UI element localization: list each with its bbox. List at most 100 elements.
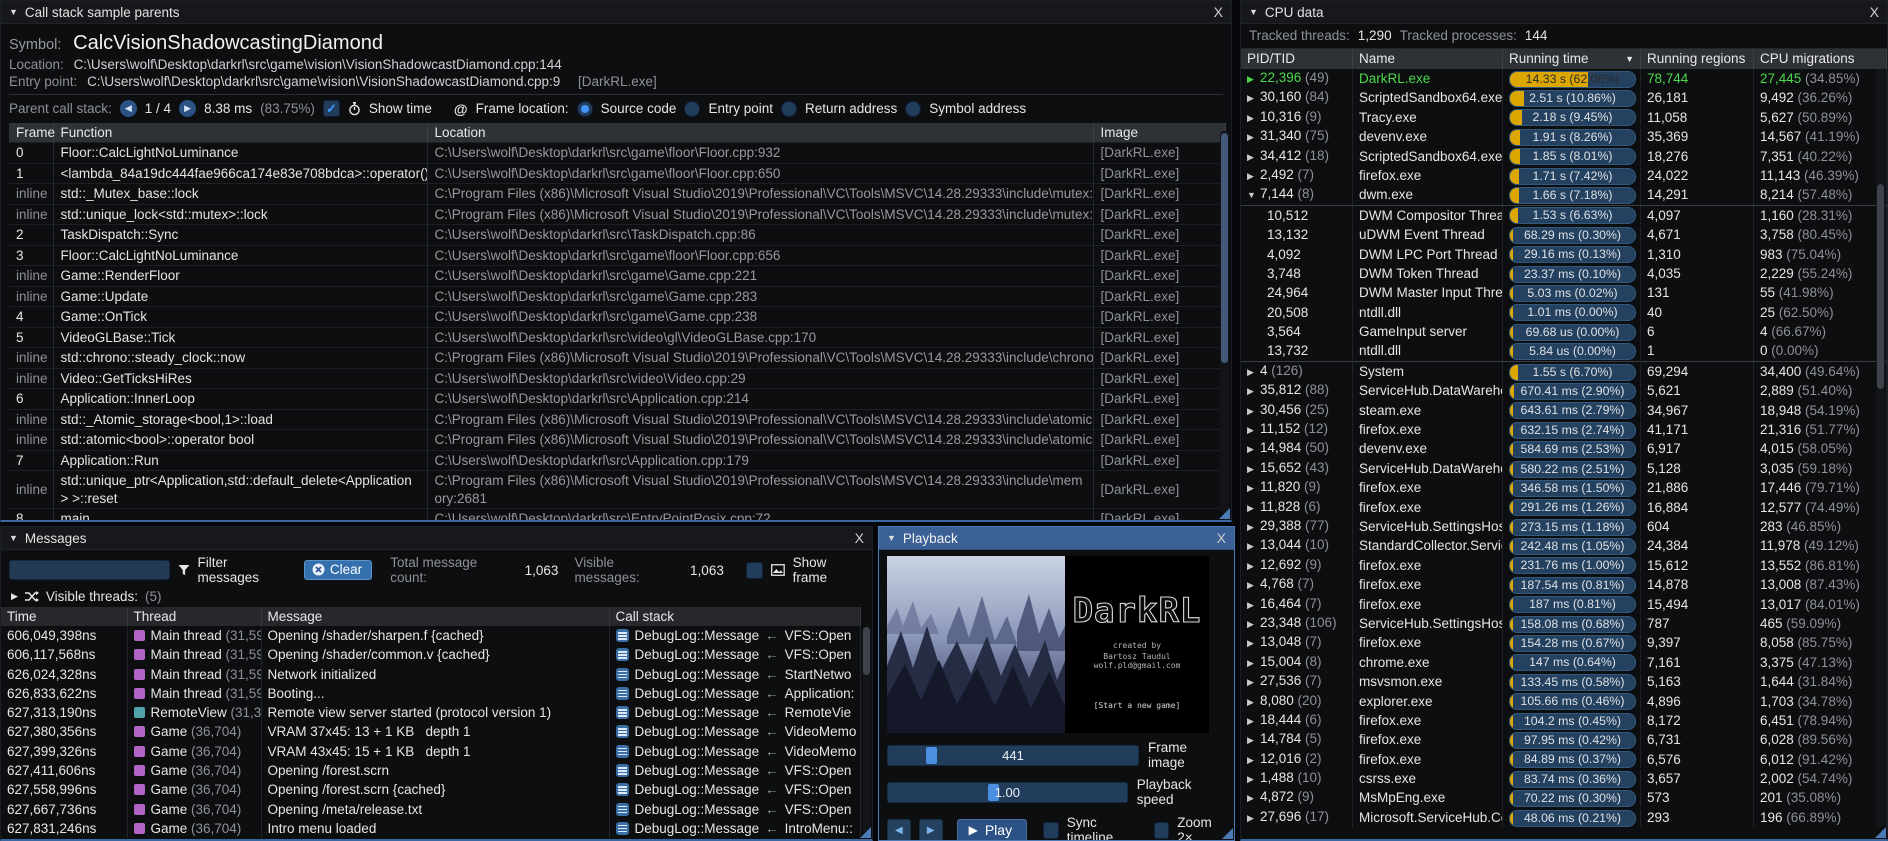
column-header[interactable]: Frame: [9, 123, 53, 143]
process-row[interactable]: ▶35,812 (88)ServiceHub.DataWarehou670.41…: [1241, 381, 1887, 400]
process-row[interactable]: ▶27,536 (7)msvsmon.exe133.45 ms (0.58%)5…: [1241, 672, 1887, 691]
column-header[interactable]: Running regions: [1641, 49, 1754, 69]
process-row[interactable]: ▶4 (126)System1.55 s (6.70%)69,29434,400…: [1241, 362, 1887, 381]
resize-grip[interactable]: [1219, 508, 1230, 519]
process-row[interactable]: ▶13,048 (7)firefox.exe154.28 ms (0.67%)9…: [1241, 633, 1887, 652]
table-row[interactable]: 7Application::RunC:\Users\wolf\Desktop\d…: [9, 450, 1225, 471]
process-row[interactable]: 10,512 DWM Compositor Thread1.53 s (6.63…: [1241, 205, 1887, 225]
process-row[interactable]: ▶15,004 (8)chrome.exe147 ms (0.64%)7,161…: [1241, 653, 1887, 672]
callstack-cell[interactable]: DebugLog::Message←VideoMemo: [609, 722, 861, 741]
process-row[interactable]: ▶12,016 (2)firefox.exe84.89 ms (0.37%)6,…: [1241, 750, 1887, 769]
process-row[interactable]: ▶22,396 (49)DarkRL.exe14.33 s (62.06%)78…: [1241, 69, 1887, 88]
prev-frame-button[interactable]: ◀: [887, 819, 911, 841]
column-header[interactable]: Thread: [127, 607, 261, 626]
callstack-titlebar[interactable]: ▼ Call stack sample parents X: [1, 1, 1231, 24]
column-header[interactable]: Name: [1353, 49, 1503, 69]
show-time-checkbox[interactable]: ✓: [323, 100, 340, 117]
play-button[interactable]: ▶ Play: [957, 819, 1027, 841]
process-row[interactable]: 13,732 ntdll.dll5.84 us (0.00%)10 (0.00%…: [1241, 341, 1887, 361]
frame-location-option-label[interactable]: Source code: [601, 101, 677, 116]
table-row[interactable]: inlineGame::RenderFloorC:\Users\wolf\Des…: [9, 266, 1225, 287]
table-row[interactable]: inlinestd::unique_lock<std::mutex>::lock…: [9, 204, 1225, 225]
process-row[interactable]: ▶4,768 (7)firefox.exe187.54 ms (0.81%)14…: [1241, 575, 1887, 594]
message-row[interactable]: 626,024,328nsMain thread (31,596)Network…: [1, 665, 861, 684]
expand-icon[interactable]: ▶: [1247, 809, 1260, 828]
table-row[interactable]: inlinestd::_Atomic_storage<bool,1>::load…: [9, 409, 1225, 430]
resize-grip[interactable]: [1222, 828, 1233, 839]
frame-location-radio[interactable]: [781, 101, 797, 117]
callstack-cell[interactable]: DebugLog::Message←VFS::Open: [609, 626, 861, 645]
collapse-icon[interactable]: ▼: [9, 7, 18, 17]
message-row[interactable]: 627,380,356nsGame (36,704)VRAM 37x45: 13…: [1, 722, 861, 741]
collapse-icon[interactable]: ▼: [9, 533, 18, 543]
table-row[interactable]: 8mainC:\Users\wolf\Desktop\darkrl\src\En…: [9, 509, 1225, 523]
callstack-cell[interactable]: DebugLog::Message←Application:: [609, 684, 861, 703]
zoom-2x-checkbox[interactable]: ✓: [1154, 822, 1170, 839]
prev-parent-button[interactable]: ◀: [120, 100, 137, 117]
message-row[interactable]: 626,833,622nsMain thread (31,596)Booting…: [1, 684, 861, 703]
messages-titlebar[interactable]: ▼ Messages X: [1, 527, 872, 550]
cpu-table-header[interactable]: PID/TIDNameRunning time▼Running regionsC…: [1241, 49, 1887, 69]
process-row[interactable]: ▶2,492 (7)firefox.exe1.71 s (7.42%)24,02…: [1241, 166, 1887, 185]
callstack-cell[interactable]: DebugLog::Message←VFS::Open: [609, 800, 861, 819]
table-row[interactable]: 4Game::OnTickC:\Users\wolf\Desktop\darkr…: [9, 307, 1225, 328]
callstack-cell[interactable]: DebugLog::Message←IntroMenu::: [609, 819, 861, 838]
process-row[interactable]: ▶11,820 (9)firefox.exe346.58 ms (1.50%)2…: [1241, 478, 1887, 497]
expanded-icon[interactable]: ▼: [1247, 186, 1260, 205]
close-icon[interactable]: X: [855, 530, 864, 546]
callstack-cell[interactable]: DebugLog::Message←VFS::Open: [609, 761, 861, 780]
expand-icon[interactable]: ▶: [11, 591, 18, 602]
column-header[interactable]: Location: [427, 123, 1093, 143]
process-row[interactable]: 4,092 DWM LPC Port Thread29.16 ms (0.13%…: [1241, 245, 1887, 264]
table-row[interactable]: 6Application::InnerLoopC:\Users\wolf\Des…: [9, 389, 1225, 410]
frame-location-radio[interactable]: [577, 101, 593, 117]
process-row[interactable]: ▶16,464 (7)firefox.exe187 ms (0.81%)15,4…: [1241, 595, 1887, 614]
sync-timeline-checkbox[interactable]: ✓: [1043, 822, 1059, 839]
process-row[interactable]: 20,508 ntdll.dll1.01 ms (0.00%)4025 (62.…: [1241, 303, 1887, 322]
show-frame-label[interactable]: Show frame: [793, 555, 864, 585]
frame-location-option-label[interactable]: Symbol address: [929, 101, 1026, 116]
process-row[interactable]: ▶13,044 (10)StandardCollector.Servic242.…: [1241, 536, 1887, 555]
callstack-cell[interactable]: DebugLog::Message←VFS::Open: [609, 645, 861, 664]
column-header[interactable]: Time: [1, 607, 127, 626]
process-row[interactable]: 3,748 DWM Token Thread23.37 ms (0.10%)4,…: [1241, 264, 1887, 283]
process-row[interactable]: ▶30,456 (25)steam.exe643.61 ms (2.79%)34…: [1241, 401, 1887, 420]
process-row[interactable]: ▶10,316 (9)Tracy.exe2.18 s (9.45%)11,058…: [1241, 108, 1887, 127]
message-row[interactable]: 627,411,606nsGame (36,704)Opening /fores…: [1, 761, 861, 780]
callstack-table-header[interactable]: FrameFunctionLocationImage: [9, 123, 1225, 143]
message-row[interactable]: 627,399,326nsGame (36,704)VRAM 43x45: 15…: [1, 742, 861, 761]
scrollbar-handle[interactable]: [1877, 184, 1884, 389]
table-row[interactable]: inlineGame::UpdateC:\Users\wolf\Desktop\…: [9, 286, 1225, 307]
process-row[interactable]: ▶29,388 (77)ServiceHub.SettingsHost273.1…: [1241, 517, 1887, 536]
column-header[interactable]: CPU migrations: [1754, 49, 1887, 69]
process-row[interactable]: ▶4,872 (9)MsMpEng.exe70.22 ms (0.30%)573…: [1241, 788, 1887, 807]
sync-timeline-label[interactable]: Sync timeline: [1067, 815, 1140, 841]
close-icon[interactable]: X: [1214, 4, 1223, 20]
process-row[interactable]: ▶12,692 (9)firefox.exe231.76 ms (1.00%)1…: [1241, 556, 1887, 575]
playback-titlebar[interactable]: ▼ Playback X: [879, 527, 1234, 550]
process-row[interactable]: 24,964 DWM Master Input Thread5.03 ms (0…: [1241, 283, 1887, 302]
cpu-scrollbar[interactable]: [1876, 69, 1885, 827]
show-time-label[interactable]: Show time: [369, 101, 432, 116]
frame-location-radio[interactable]: [905, 101, 921, 117]
visible-threads-row[interactable]: ▶ Visible threads: (5): [1, 588, 872, 607]
column-header[interactable]: Function: [53, 123, 427, 143]
message-row[interactable]: 627,558,996nsGame (36,704)Opening /fores…: [1, 780, 861, 799]
process-row[interactable]: ▼7,144 (8)dwm.exe1.66 s (7.18%)14,2918,2…: [1241, 185, 1887, 204]
close-icon[interactable]: X: [1217, 530, 1226, 546]
messages-table-header[interactable]: TimeThreadMessageCall stack: [1, 607, 861, 626]
process-row[interactable]: 13,132 uDWM Event Thread68.29 ms (0.30%)…: [1241, 225, 1887, 244]
column-header[interactable]: Call stack: [609, 607, 861, 626]
table-row[interactable]: 3Floor::CalcLightNoLuminanceC:\Users\wol…: [9, 245, 1225, 266]
process-row[interactable]: ▶15,652 (43)ServiceHub.DataWarehou580.22…: [1241, 459, 1887, 478]
zoom-2x-label[interactable]: Zoom 2×: [1177, 815, 1226, 841]
table-row[interactable]: 5VideoGLBase::TickC:\Users\wolf\Desktop\…: [9, 327, 1225, 348]
filter-input[interactable]: [9, 560, 170, 580]
callstack-cell[interactable]: DebugLog::Message←VFS::Open: [609, 780, 861, 799]
table-row[interactable]: inlinestd::chrono::steady_clock::nowC:\P…: [9, 348, 1225, 369]
next-frame-button[interactable]: ▶: [919, 819, 943, 841]
close-icon[interactable]: X: [1870, 4, 1879, 20]
collapse-icon[interactable]: ▼: [1249, 7, 1258, 17]
callstack-cell[interactable]: DebugLog::Message←VideoMemo: [609, 742, 861, 761]
message-row[interactable]: 627,831,246nsGame (36,704)Intro menu loa…: [1, 819, 861, 838]
